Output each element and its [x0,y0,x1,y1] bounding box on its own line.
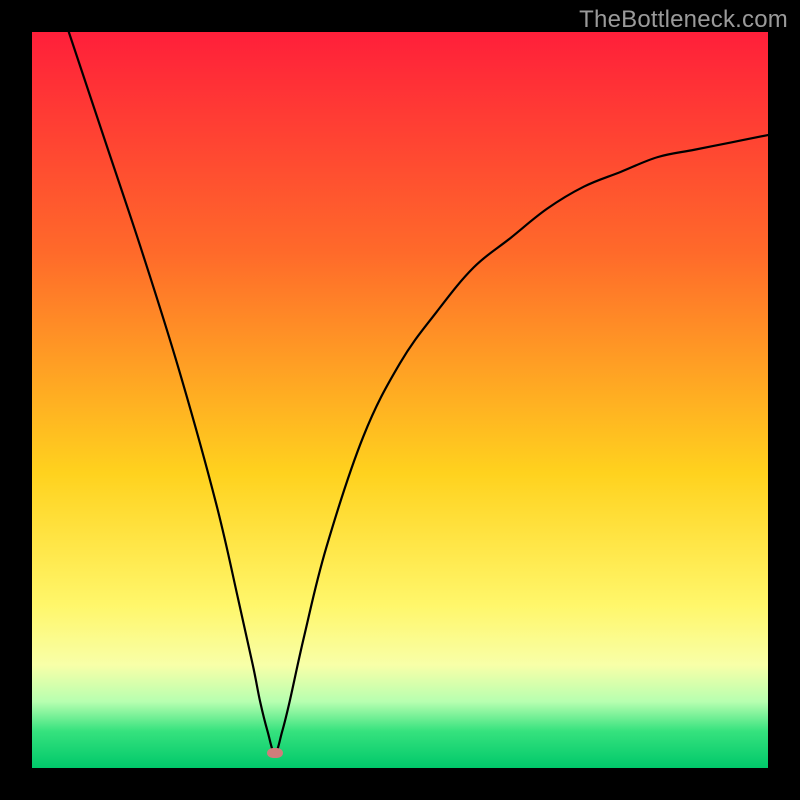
bottleneck-curve [32,32,768,768]
chart-frame: TheBottleneck.com [0,0,800,800]
watermark-text: TheBottleneck.com [579,6,788,34]
optimal-marker [267,748,283,758]
plot-area [32,32,768,768]
